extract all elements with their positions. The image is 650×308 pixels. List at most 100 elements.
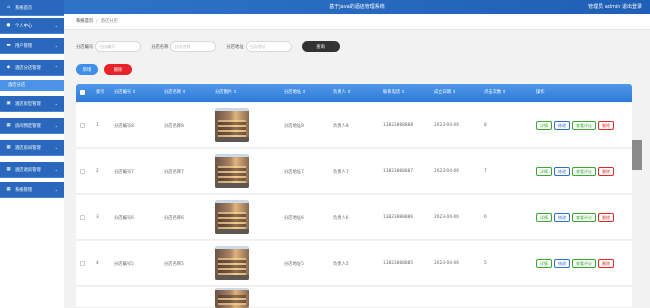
- sidebar-item-label: 酒店退房管理: [15, 167, 41, 173]
- row-checkbox[interactable]: [80, 215, 85, 220]
- column-header[interactable]: 联系电话 ⇕: [383, 84, 405, 102]
- branch-image: [215, 288, 249, 308]
- edit-button[interactable]: 修改: [554, 259, 570, 268]
- cell-address: 分店地址7: [284, 170, 304, 175]
- row-actions: 详情 修改 查看评论 删除: [536, 259, 616, 268]
- cell-clicks: 5: [484, 261, 487, 266]
- column-header[interactable]: 分店名称 ⇕: [164, 84, 186, 102]
- sidebar-item-booking[interactable]: ▦ 房间预定管理 ⌄: [0, 118, 64, 134]
- cell-phone: 13823888885: [383, 261, 414, 266]
- cell-manager: 负责人7: [333, 170, 349, 175]
- side-scroll-handle[interactable]: [632, 140, 642, 170]
- cell-clicks: 8: [484, 123, 487, 128]
- column-header[interactable]: 负责人 ⇕: [333, 84, 351, 102]
- search-input-address[interactable]: [245, 41, 292, 52]
- sidebar-item-rooms[interactable]: ▦ 酒店房间管理 ⌄: [0, 140, 64, 156]
- search-input-name[interactable]: [170, 41, 217, 52]
- column-header[interactable]: 分店地址 ⇕: [284, 84, 306, 102]
- search-input-code[interactable]: [95, 41, 142, 52]
- cell-index: 3: [96, 215, 99, 220]
- sidebar-item-home[interactable]: ⌂ 系统首页: [0, 0, 64, 16]
- detail-button[interactable]: 详情: [536, 167, 552, 176]
- view-reviews-button[interactable]: 查看评论: [572, 213, 596, 222]
- search-label-name: 分店名称: [151, 44, 169, 50]
- view-reviews-button[interactable]: 查看评论: [572, 167, 596, 176]
- sidebar-item-branch-manage[interactable]: ◆ 酒店分店管理 ⌃: [0, 60, 64, 76]
- cell-clicks: 7: [484, 169, 487, 174]
- sidebar-item-system[interactable]: ▦ 系统管理 ⌄: [0, 182, 64, 198]
- view-reviews-button[interactable]: 查看评论: [572, 121, 596, 130]
- row-delete-button[interactable]: 删除: [598, 213, 614, 222]
- table-header: 索引 分店编号 ⇕ 分店名称 ⇕ 分店图片 ⇕ 分店地址 ⇕ 负责人 ⇕ 联系电…: [76, 84, 632, 102]
- cell-code: 分店编号8: [114, 124, 134, 129]
- view-reviews-button[interactable]: 查看评论: [572, 259, 596, 268]
- row-delete-button[interactable]: 删除: [598, 121, 614, 130]
- cell-phone: 13823888887: [383, 169, 414, 174]
- cell-index: 2: [96, 169, 99, 174]
- table-row: 1 分店编号8 分店名称8 分店地址8 负责人8 13823888888 202…: [76, 103, 632, 148]
- edit-button[interactable]: 修改: [554, 121, 570, 130]
- edit-button[interactable]: 修改: [554, 167, 570, 176]
- home-icon: ⌂: [7, 5, 10, 10]
- sidebar-item-label: 系统首页: [15, 5, 33, 11]
- column-header[interactable]: 分店编号 ⇕: [114, 84, 136, 102]
- sidebar: ⌂ 系统首页 ● 个人中心 ⌄ ▬ 用户管理 ⌄ ◆ 酒店分店管理 ⌃ 酒店分店…: [0, 0, 64, 308]
- edit-button[interactable]: 修改: [554, 213, 570, 222]
- add-button[interactable]: 新增: [76, 64, 98, 75]
- branch-image: [215, 108, 249, 142]
- cell-phone: 13823888886: [383, 215, 414, 220]
- cell-code: 分店编号6: [114, 216, 134, 221]
- table-row: [76, 287, 632, 308]
- sidebar-item-label: 酒店分店: [8, 83, 26, 88]
- sidebar-item-label: 用户管理: [15, 43, 33, 49]
- column-header[interactable]: 分店图片 ⇕: [215, 84, 237, 102]
- detail-button[interactable]: 详情: [536, 213, 552, 222]
- grid-icon: ▦: [6, 145, 11, 150]
- cell-address: 分店地址5: [284, 262, 304, 267]
- search-button[interactable]: 查询: [301, 41, 340, 52]
- branch-image: [215, 154, 249, 188]
- detail-button[interactable]: 详情: [536, 259, 552, 268]
- row-actions: 详情 修改 查看评论 删除: [536, 167, 616, 176]
- chevron-down-icon: ⌄: [54, 23, 58, 28]
- column-header[interactable]: 成立日期 ⇕: [434, 84, 456, 102]
- store-icon: ◆: [6, 65, 11, 70]
- breadcrumb: 系统首页 | 酒店分店: [64, 14, 650, 30]
- cell-name: 分店名称6: [164, 216, 184, 221]
- select-all-checkbox[interactable]: [80, 90, 85, 95]
- row-checkbox[interactable]: [80, 123, 85, 128]
- sidebar-item-checkout[interactable]: ▦ 酒店退房管理 ⌄: [0, 162, 64, 178]
- sidebar-item-profile[interactable]: ● 个人中心 ⌄: [0, 18, 64, 34]
- app-title: 基于java的酒店管理系统: [329, 4, 385, 10]
- bed-icon: ▣: [6, 101, 11, 106]
- row-checkbox[interactable]: [80, 169, 85, 174]
- cell-date: 2023-04-06: [434, 123, 459, 128]
- chevron-down-icon: ⌄: [54, 43, 58, 48]
- user-logout-link[interactable]: 管理员 admin 退出登录: [588, 3, 642, 10]
- breadcrumb-home[interactable]: 系统首页: [76, 19, 93, 24]
- sidebar-item-label: 酒店分店管理: [15, 65, 41, 71]
- cell-manager: 负责人8: [333, 124, 349, 129]
- search-bar: 分店编号 分店名称 分店地址 查询: [76, 41, 340, 52]
- row-delete-button[interactable]: 删除: [598, 259, 614, 268]
- delete-button[interactable]: 删除: [104, 64, 132, 75]
- chevron-up-icon: ⌃: [54, 65, 58, 70]
- column-header[interactable]: 点击次数 ⇕: [484, 84, 506, 102]
- row-checkbox[interactable]: [80, 261, 85, 266]
- cell-address: 分店地址8: [284, 124, 304, 129]
- chevron-down-icon: ⌄: [54, 101, 58, 106]
- detail-button[interactable]: 详情: [536, 121, 552, 130]
- cell-phone: 13823888888: [383, 123, 414, 128]
- sidebar-item-room-type[interactable]: ▣ 酒店房型管理 ⌄: [0, 96, 64, 112]
- branch-image: [215, 200, 249, 234]
- grid-icon: ▦: [6, 187, 11, 192]
- sidebar-item-label: 酒店房间管理: [15, 145, 41, 151]
- sidebar-item-label: 系统管理: [15, 187, 33, 193]
- row-delete-button[interactable]: 删除: [598, 167, 614, 176]
- cell-name: 分店名称7: [164, 170, 184, 175]
- sidebar-subitem-branch[interactable]: 酒店分店: [0, 80, 64, 91]
- sidebar-item-label: 房间预定管理: [15, 123, 41, 129]
- breadcrumb-current: 酒店分店: [100, 19, 118, 24]
- sidebar-item-users[interactable]: ▬ 用户管理 ⌄: [0, 38, 64, 54]
- cell-date: 2023-04-06: [434, 169, 459, 174]
